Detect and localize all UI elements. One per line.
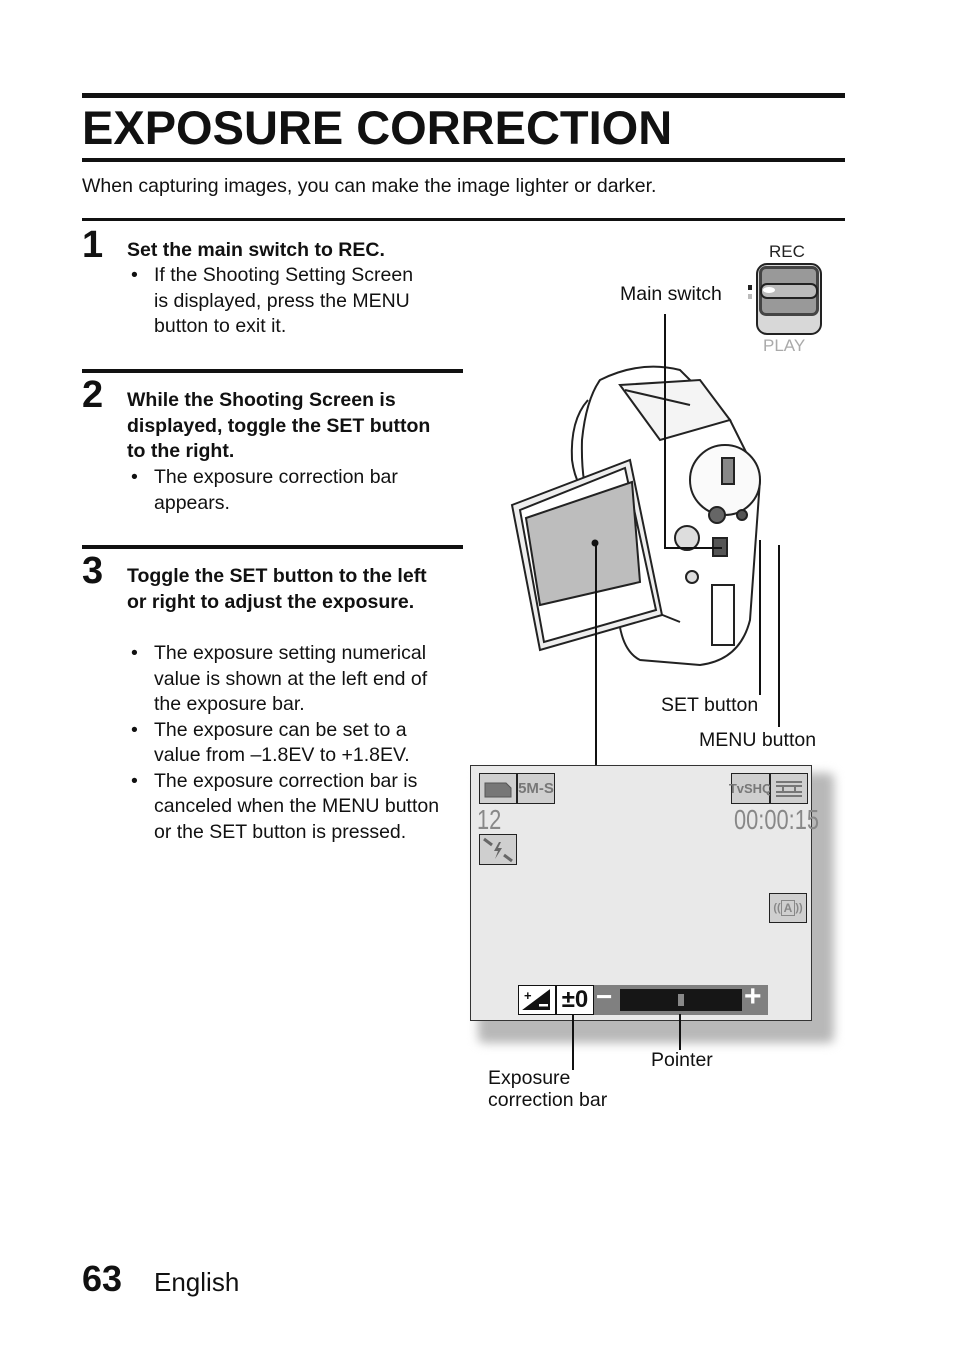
callout-main-switch: Main switch bbox=[620, 283, 722, 305]
title-bottom-rule bbox=[82, 158, 845, 162]
svg-text:+: + bbox=[524, 988, 532, 1003]
step-number: 2 bbox=[82, 374, 104, 416]
play-label: PLAY bbox=[763, 336, 806, 355]
callout-menu-button: MENU button bbox=[699, 729, 817, 751]
intro-text: When capturing images, you can make the … bbox=[82, 175, 657, 197]
flash-off-icon bbox=[479, 834, 517, 865]
step-heading: While the Shooting Screen is displayed, … bbox=[127, 389, 431, 462]
callout-set-button: SET button bbox=[661, 694, 759, 716]
resolution-badge: 5M-S bbox=[517, 773, 555, 804]
bullet-item: • The exposure correction bar appears. bbox=[131, 466, 398, 514]
main-switch-icon bbox=[748, 263, 822, 335]
remaining-shots: 12 bbox=[477, 804, 502, 835]
quality-badge: TvSHQ bbox=[729, 773, 772, 804]
step-bullets: • The exposure setting numerical value is… bbox=[127, 641, 447, 845]
callout-exposure-bar: Exposure correction bar bbox=[488, 1067, 608, 1111]
title-top-rule bbox=[82, 93, 845, 98]
exposure-icon: + bbox=[518, 985, 556, 1015]
rec-label: REC bbox=[769, 242, 805, 261]
callout-line bbox=[759, 540, 761, 695]
stabilizer-icon: ((A)) bbox=[769, 893, 807, 923]
exposure-value: ±0 bbox=[556, 985, 594, 1015]
bullet-item: • The exposure can be set to a value from… bbox=[131, 718, 410, 767]
exposure-correction-bar: + ±0 − + bbox=[518, 980, 768, 1015]
callout-line bbox=[778, 545, 780, 727]
step-bullets: • If the Shooting Setting Screen is displ… bbox=[127, 263, 427, 340]
exposure-track[interactable] bbox=[620, 989, 742, 1011]
camera-illustration bbox=[510, 365, 762, 667]
step-bullets: • The exposure correction bar appears. bbox=[127, 465, 447, 516]
callout-line bbox=[679, 1014, 681, 1050]
callout-line bbox=[595, 543, 597, 765]
step-number: 3 bbox=[82, 550, 104, 592]
image-mode-icon bbox=[479, 773, 517, 804]
step-divider bbox=[82, 545, 463, 549]
timecode: 00:00:15 bbox=[734, 804, 820, 835]
exposure-pointer[interactable] bbox=[678, 994, 684, 1006]
page-language: English bbox=[154, 1267, 240, 1297]
callout-line bbox=[664, 314, 666, 548]
bullet-item: • The exposure setting numerical value is… bbox=[131, 642, 428, 715]
callout-line bbox=[572, 1014, 574, 1070]
bullet-item: • If the Shooting Setting Screen is displ… bbox=[131, 264, 414, 337]
section-rule bbox=[82, 218, 845, 221]
page-title: EXPOSURE CORRECTION bbox=[82, 101, 673, 154]
step-heading: Toggle the SET button to the left or rig… bbox=[127, 565, 427, 613]
step-divider bbox=[82, 369, 463, 373]
lcd-screen: 5M-S TvSHQ 12 00:00:15 ((A)) + ±0 − + bbox=[470, 765, 819, 1021]
page-number: 63 bbox=[82, 1258, 123, 1299]
minus-icon: − bbox=[596, 981, 613, 1012]
plus-icon: + bbox=[744, 980, 762, 1013]
bullet-item: • The exposure correction bar is canceled… bbox=[131, 769, 440, 843]
step-number: 1 bbox=[82, 224, 104, 266]
callout-line bbox=[664, 547, 722, 549]
step-heading: Set the main switch to REC. bbox=[127, 239, 385, 261]
video-mode-icon bbox=[770, 773, 808, 804]
callout-pointer: Pointer bbox=[651, 1049, 713, 1071]
